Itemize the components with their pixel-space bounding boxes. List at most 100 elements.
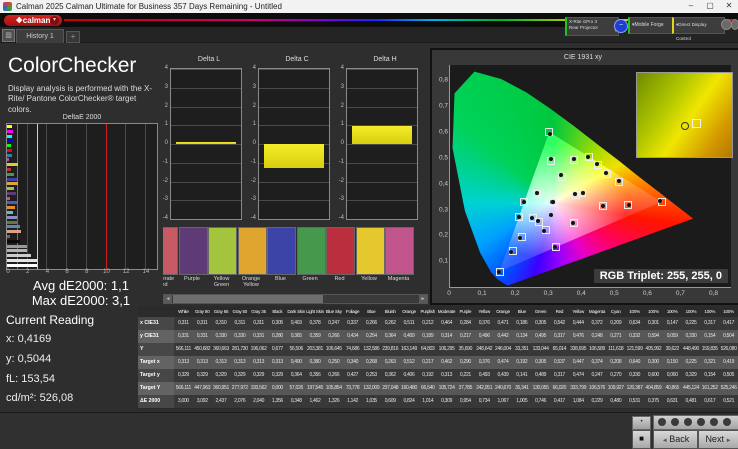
table-cell: 130,055 bbox=[531, 382, 550, 395]
de-bar bbox=[7, 216, 17, 219]
toolbar-icon[interactable] bbox=[710, 418, 718, 426]
table-cell: 105,724 bbox=[437, 382, 456, 395]
add-tab-button[interactable]: + bbox=[66, 31, 80, 43]
table-cell: 360,951 bbox=[212, 382, 231, 395]
scroll-left-icon[interactable]: ◄ bbox=[164, 295, 172, 303]
swatch-moderate-red[interactable] bbox=[163, 227, 178, 275]
gridline bbox=[171, 88, 241, 89]
table-cell: 445,124 bbox=[682, 382, 701, 395]
minimize-icon[interactable]: – bbox=[682, 0, 700, 12]
table-row: Target x CIE310,3130,3130,3130,3130,3130… bbox=[138, 356, 738, 369]
table-cell: 121,599 bbox=[625, 343, 644, 356]
table-cell: 65,014 bbox=[550, 343, 569, 356]
swatch-yellow-green[interactable] bbox=[208, 227, 237, 275]
table-cell: 1,356 bbox=[268, 395, 287, 408]
table-cell: 447,963 bbox=[193, 382, 212, 395]
table-cell: 0,359 bbox=[306, 330, 325, 343]
table-cell: 1,005 bbox=[512, 395, 531, 408]
table-cell: 0,340 bbox=[343, 356, 362, 369]
table-cell: 0,263 bbox=[381, 356, 400, 369]
swatch-blue[interactable] bbox=[267, 227, 296, 275]
de-bar bbox=[7, 144, 11, 147]
gridline bbox=[259, 182, 329, 183]
table-cell: 40,865 bbox=[663, 382, 682, 395]
app-icon bbox=[3, 2, 12, 11]
next-label: Next bbox=[705, 434, 724, 444]
close-icon[interactable]: ✕ bbox=[720, 0, 738, 12]
table-cell: 1,035 bbox=[362, 395, 381, 408]
swatch-yellow[interactable] bbox=[356, 227, 385, 275]
table-cell: 0,362 bbox=[381, 369, 400, 382]
scrollbar-thumb[interactable] bbox=[173, 295, 323, 303]
table-cell: 0,221 bbox=[456, 369, 475, 382]
table-cell: 0,403 bbox=[287, 317, 306, 330]
de-bar bbox=[7, 259, 37, 262]
meter-read-button[interactable]: • bbox=[632, 416, 651, 430]
meter-select-button[interactable]: X-Rite i1Pro 3 Rear Projector ▾ bbox=[565, 17, 619, 36]
column-header: Gray 80 bbox=[193, 306, 212, 317]
tab-history-1[interactable]: History 1 bbox=[16, 29, 64, 43]
swatch-magenta[interactable] bbox=[385, 227, 414, 275]
swatch-red[interactable] bbox=[326, 227, 355, 275]
table-cell: 0,374 bbox=[588, 356, 607, 369]
scroll-right-icon[interactable]: ► bbox=[419, 295, 427, 303]
toolbar-icon[interactable] bbox=[684, 418, 692, 426]
layout-icon[interactable]: ▥ bbox=[2, 29, 15, 42]
y-tick: -1 bbox=[163, 159, 168, 165]
table-cell: 1,014 bbox=[418, 395, 437, 408]
cie-measured-marker bbox=[571, 221, 575, 225]
swatch-purple[interactable] bbox=[179, 227, 208, 275]
stop-measure-button[interactable]: ■ bbox=[632, 430, 651, 449]
meter-status-icon[interactable]: − bbox=[614, 19, 628, 33]
cie-x-tick: 0,1 bbox=[478, 290, 487, 297]
toolbar-icon[interactable] bbox=[671, 418, 679, 426]
gridline bbox=[347, 88, 417, 89]
column-header: Red bbox=[550, 306, 569, 317]
swatch-green[interactable] bbox=[297, 227, 326, 275]
back-button[interactable]: ◄ Back bbox=[653, 430, 698, 449]
toolbar-icon[interactable] bbox=[658, 418, 666, 426]
table-cell: 0,209 bbox=[606, 317, 625, 330]
patch-strip: WhiteGray 80Gray 65Gray 50Gray 35BlackDa… bbox=[0, 412, 632, 449]
toolbar-icon[interactable] bbox=[723, 418, 731, 426]
maximize-icon[interactable]: ▢ bbox=[701, 0, 719, 12]
y-tick: 4 bbox=[253, 65, 256, 71]
table-cell: 281,730 bbox=[230, 343, 249, 356]
column-header: Orange Yellow bbox=[494, 306, 513, 317]
settings-icon[interactable] bbox=[731, 19, 738, 30]
table-cell: 360,663 bbox=[212, 343, 231, 356]
table-cell: 0,150 bbox=[663, 356, 682, 369]
cie-x-tick: 0 bbox=[447, 290, 451, 297]
table-cell: 0,192 bbox=[418, 369, 437, 382]
column-header: Gray 35 bbox=[249, 306, 268, 317]
display-control-button[interactable]: ▾Direct Display Control bbox=[672, 17, 725, 34]
gridline bbox=[259, 88, 329, 89]
back-label: Back bbox=[669, 434, 689, 444]
source-select-button[interactable]: ▾Mobile Forge bbox=[628, 17, 678, 34]
column-header: Foliage bbox=[343, 306, 362, 317]
cie-x-tick: 0,5 bbox=[610, 290, 619, 297]
delta-bar bbox=[264, 144, 324, 168]
gridline bbox=[347, 182, 417, 183]
table-cell: 0,310 bbox=[212, 317, 231, 330]
cie-measured-marker bbox=[581, 191, 585, 195]
table-cell: 0,505 bbox=[719, 369, 738, 382]
table-cell: 57,026 bbox=[287, 382, 306, 395]
table-cell: 0,225 bbox=[682, 356, 701, 369]
cie-x-tick: 0,6 bbox=[643, 290, 652, 297]
de-bar bbox=[7, 206, 15, 209]
next-button[interactable]: Next ► bbox=[698, 430, 738, 449]
swatch-orange-yellow[interactable] bbox=[238, 227, 267, 275]
cie-measured-marker bbox=[604, 171, 608, 175]
table-cell: 132,586 bbox=[362, 343, 381, 356]
de-bar bbox=[7, 225, 20, 228]
column-header: Magenta bbox=[588, 306, 607, 317]
horizontal-scrollbar[interactable]: ◄ ► bbox=[163, 294, 428, 304]
y-tick: 1 bbox=[341, 121, 344, 127]
toolbar-icon[interactable] bbox=[697, 418, 705, 426]
logo-dropdown-icon[interactable]: ▾ bbox=[50, 16, 59, 25]
cie-measured-marker bbox=[573, 192, 577, 196]
table-cell: 56,506 bbox=[287, 343, 306, 356]
table-cell: 0,305 bbox=[531, 317, 550, 330]
table-cell: 160,480 bbox=[400, 382, 419, 395]
